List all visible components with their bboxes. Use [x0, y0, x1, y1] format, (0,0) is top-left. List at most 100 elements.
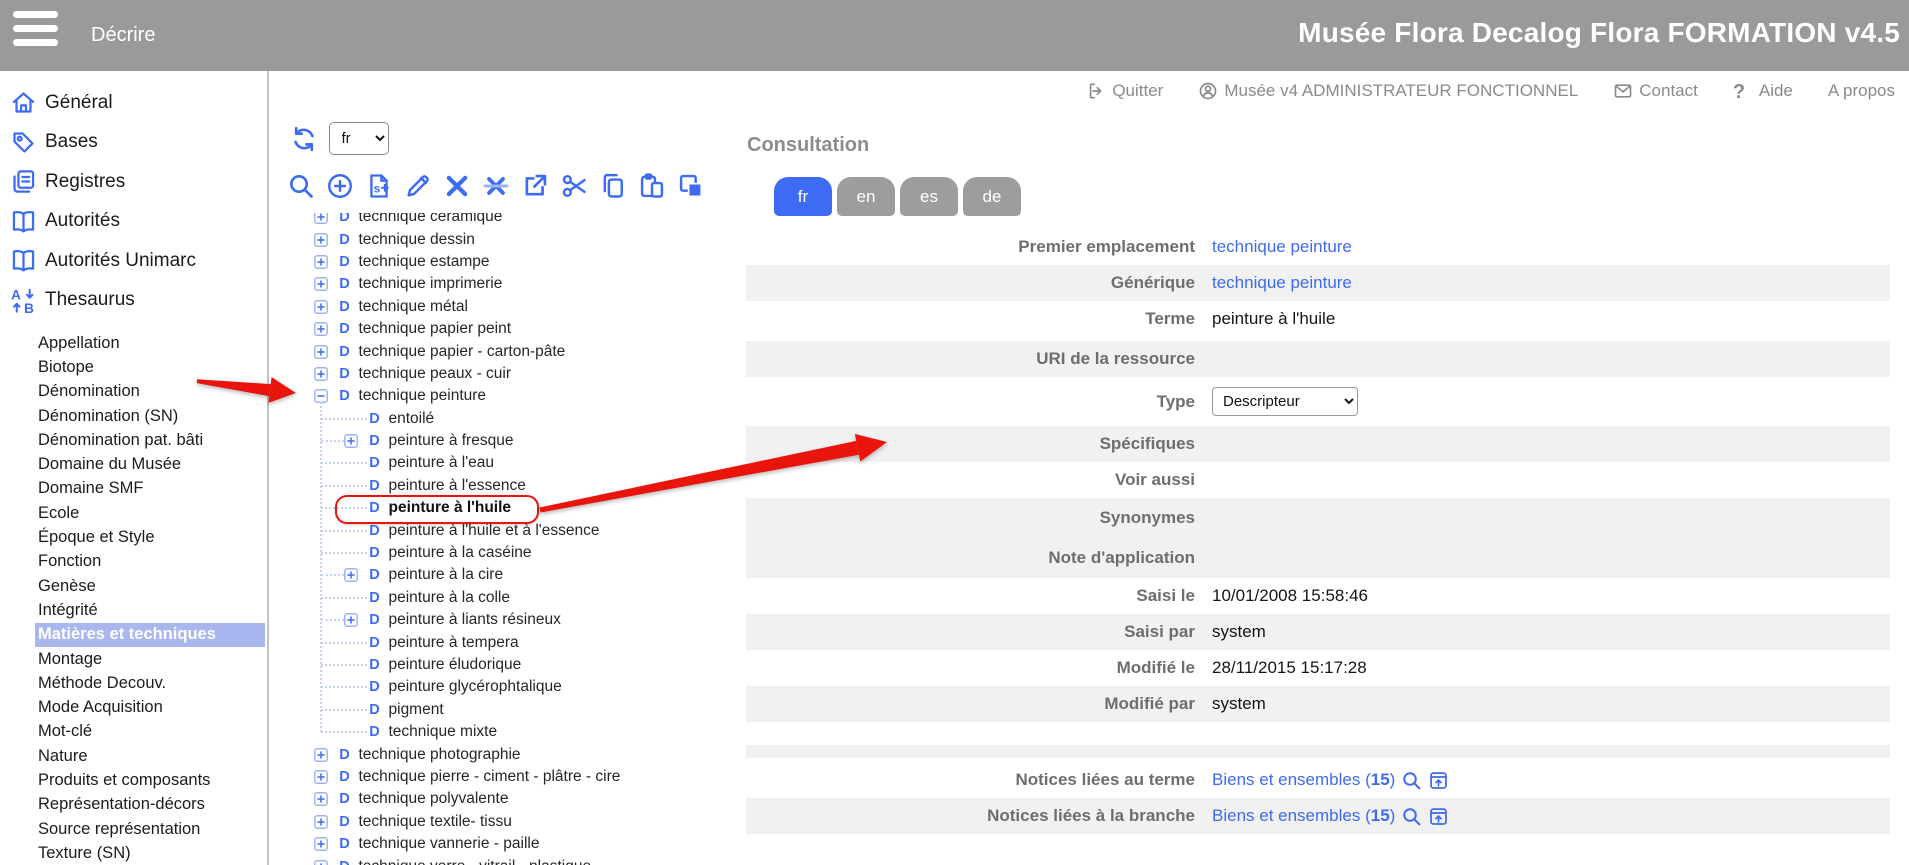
expand-icon[interactable] [344, 568, 358, 582]
thesaurus-item-domaine-smf[interactable]: Domaine SMF [0, 477, 265, 501]
refresh-icon[interactable] [290, 125, 318, 153]
header-link-contact[interactable]: Contact [1613, 81, 1698, 101]
tree-item-technique-metal[interactable]: Dtechnique métal [269, 296, 746, 318]
add-icon[interactable] [326, 172, 354, 200]
thesaurus-item-produits-et-composants[interactable]: Produits et composants [0, 768, 265, 792]
edit-icon[interactable] [404, 172, 432, 200]
tree-item-technique-vannerie-paille[interactable]: Dtechnique vannerie - paille [269, 833, 746, 855]
notices-link[interactable]: Biens et ensembles (15) [1212, 770, 1395, 790]
thesaurus-item-mode-acquisition[interactable]: Mode Acquisition [0, 695, 265, 719]
thesaurus-item-nature[interactable]: Nature [0, 744, 265, 768]
expand-icon[interactable] [344, 613, 358, 627]
notices-link[interactable]: Biens et ensembles (15) [1212, 806, 1395, 826]
tree-item-technique-ceramique[interactable]: Dtechnique céramique [269, 213, 746, 228]
thesaurus-item-genese[interactable]: Genèse [0, 574, 265, 598]
delete-branch-icon[interactable] [482, 172, 510, 200]
hamburger-menu-icon[interactable] [13, 11, 59, 59]
expand-icon[interactable] [314, 748, 328, 762]
sidebar-item-bases[interactable]: Bases [0, 123, 265, 163]
field-value-link[interactable]: technique peinture [1212, 237, 1352, 257]
thesaurus-item-epoque-et-style[interactable]: Époque et Style [0, 525, 265, 549]
paste-icon[interactable] [638, 172, 666, 200]
expand-icon[interactable] [314, 300, 328, 314]
sidebar-item-autorites[interactable]: Autorités [0, 202, 265, 242]
tab-de[interactable]: de [963, 177, 1021, 216]
tree-item-technique-photographie[interactable]: Dtechnique photographie [269, 743, 746, 765]
sidebar-item-registres[interactable]: Registres [0, 162, 265, 202]
search-icon[interactable] [1401, 806, 1422, 827]
thesaurus-item-fonction[interactable]: Fonction [0, 550, 265, 574]
tab-en[interactable]: en [837, 177, 895, 216]
thesaurus-item-domaine-du-musee[interactable]: Domaine du Musée [0, 452, 265, 476]
tree-item-technique-verre-vitrail-plastique[interactable]: Dtechnique verre - vitrail - plastique [269, 855, 746, 865]
expand-icon[interactable] [314, 860, 328, 865]
thesaurus-item-texture-sn[interactable]: Texture (SN) [0, 841, 265, 865]
tree-item-peinture-a-la-colle[interactable]: Dpeinture à la colle [269, 587, 746, 609]
sidebar-item-autorites-unimarc[interactable]: Autorités Unimarc [0, 241, 265, 281]
thesaurus-item-mot-cle[interactable]: Mot-clé [0, 720, 265, 744]
open-external-icon[interactable] [521, 172, 549, 200]
expand-icon[interactable] [314, 837, 328, 851]
expand-icon[interactable] [314, 345, 328, 359]
expand-icon[interactable] [344, 434, 358, 448]
thesaurus-item-appellation[interactable]: Appellation [0, 331, 265, 355]
copy-icon[interactable] [599, 172, 627, 200]
tree-item-technique-polyvalente[interactable]: Dtechnique polyvalente [269, 788, 746, 810]
sidebar-item-general[interactable]: Général [0, 83, 265, 123]
header-link-a-propos[interactable]: A propos [1828, 81, 1895, 101]
tree-language-select[interactable]: fr [329, 122, 389, 155]
thesaurus-item-denomination-pat-bati[interactable]: Dénomination pat. bâti [0, 428, 265, 452]
expand-icon[interactable] [314, 277, 328, 291]
tree-item-technique-peinture[interactable]: Dtechnique peinture [269, 385, 746, 407]
thesaurus-item-matieres-et-techniques[interactable]: Matières et techniques [35, 623, 265, 647]
tree-item-peinture-a-l-essence[interactable]: Dpeinture à l'essence [269, 475, 746, 497]
tree-item-technique-papier-carton-pate[interactable]: Dtechnique papier - carton-pâte [269, 340, 746, 362]
expand-icon[interactable] [314, 213, 328, 224]
thesaurus-item-montage[interactable]: Montage [0, 647, 265, 671]
header-link-aide[interactable]: ?Aide [1733, 81, 1793, 101]
tree-item-peinture-a-liants-resineux[interactable]: Dpeinture à liants résineux [269, 609, 746, 631]
thesaurus-item-integrite[interactable]: Intégrité [0, 598, 265, 622]
tree-item-peinture-eludorique[interactable]: Dpeinture éludorique [269, 654, 746, 676]
expand-icon[interactable] [314, 322, 328, 336]
tree-item-technique-papier-peint[interactable]: Dtechnique papier peint [269, 318, 746, 340]
thesaurus-item-source-representation[interactable]: Source représentation [0, 817, 265, 841]
tree-item-technique-textile-tissu[interactable]: Dtechnique textile- tissu [269, 811, 746, 833]
tree-item-technique-mixte[interactable]: Dtechnique mixte [269, 721, 746, 743]
tab-es[interactable]: es [900, 177, 958, 216]
thesaurus-item-biotope[interactable]: Biotope [0, 355, 265, 379]
tree-item-peinture-glycerophtalique[interactable]: Dpeinture glycérophtalique [269, 676, 746, 698]
tab-fr[interactable]: fr [774, 177, 832, 216]
open-record-icon[interactable] [1428, 806, 1449, 827]
search-icon[interactable] [1401, 770, 1422, 791]
header-link-user[interactable]: Musée v4 ADMINISTRATEUR FONCTIONNEL [1198, 81, 1578, 101]
tree-item-technique-pierre-ciment-platre-cire[interactable]: Dtechnique pierre - ciment - plâtre - ci… [269, 766, 746, 788]
expand-icon[interactable] [314, 770, 328, 784]
expand-icon[interactable] [314, 255, 328, 269]
tree-item-peinture-a-fresque[interactable]: Dpeinture à fresque [269, 430, 746, 452]
tree-item-peinture-a-la-cire[interactable]: Dpeinture à la cire [269, 564, 746, 586]
header-link-quitter[interactable]: Quitter [1086, 81, 1163, 101]
thesaurus-item-representation-decors[interactable]: Représentation-décors [0, 793, 265, 817]
field-value-link[interactable]: technique peinture [1212, 273, 1352, 293]
tree-item-technique-peaux-cuir[interactable]: Dtechnique peaux - cuir [269, 363, 746, 385]
duplicate-icon[interactable] [677, 172, 705, 200]
tree-item-peinture-a-l-eau[interactable]: Dpeinture à l'eau [269, 452, 746, 474]
add-synonym-icon[interactable]: s [365, 172, 393, 200]
open-record-icon[interactable] [1428, 770, 1449, 791]
tree-item-peinture-a-l-huile-et-a-l-essence[interactable]: Dpeinture à l'huile et à l'essence [269, 519, 746, 541]
sidebar-item-thesaurus[interactable]: ABThesaurus [0, 281, 265, 321]
expand-icon[interactable] [314, 792, 328, 806]
type-select[interactable]: Descripteur [1212, 387, 1358, 416]
expand-icon[interactable] [314, 233, 328, 247]
thesaurus-item-denomination[interactable]: Dénomination [0, 380, 265, 404]
tree-item-pigment[interactable]: Dpigment [269, 699, 746, 721]
tree-item-peinture-a-l-huile[interactable]: Dpeinture à l'huile [269, 497, 746, 519]
expand-icon[interactable] [314, 815, 328, 829]
tree-item-peinture-a-tempera[interactable]: Dpeinture à tempera [269, 631, 746, 653]
thesaurus-item-ecole[interactable]: Ecole [0, 501, 265, 525]
search-icon[interactable] [287, 172, 315, 200]
cut-icon[interactable] [560, 172, 588, 200]
tree-item-technique-dessin[interactable]: Dtechnique dessin [269, 228, 746, 250]
tree-item-entoile[interactable]: Dentoilé [269, 408, 746, 430]
